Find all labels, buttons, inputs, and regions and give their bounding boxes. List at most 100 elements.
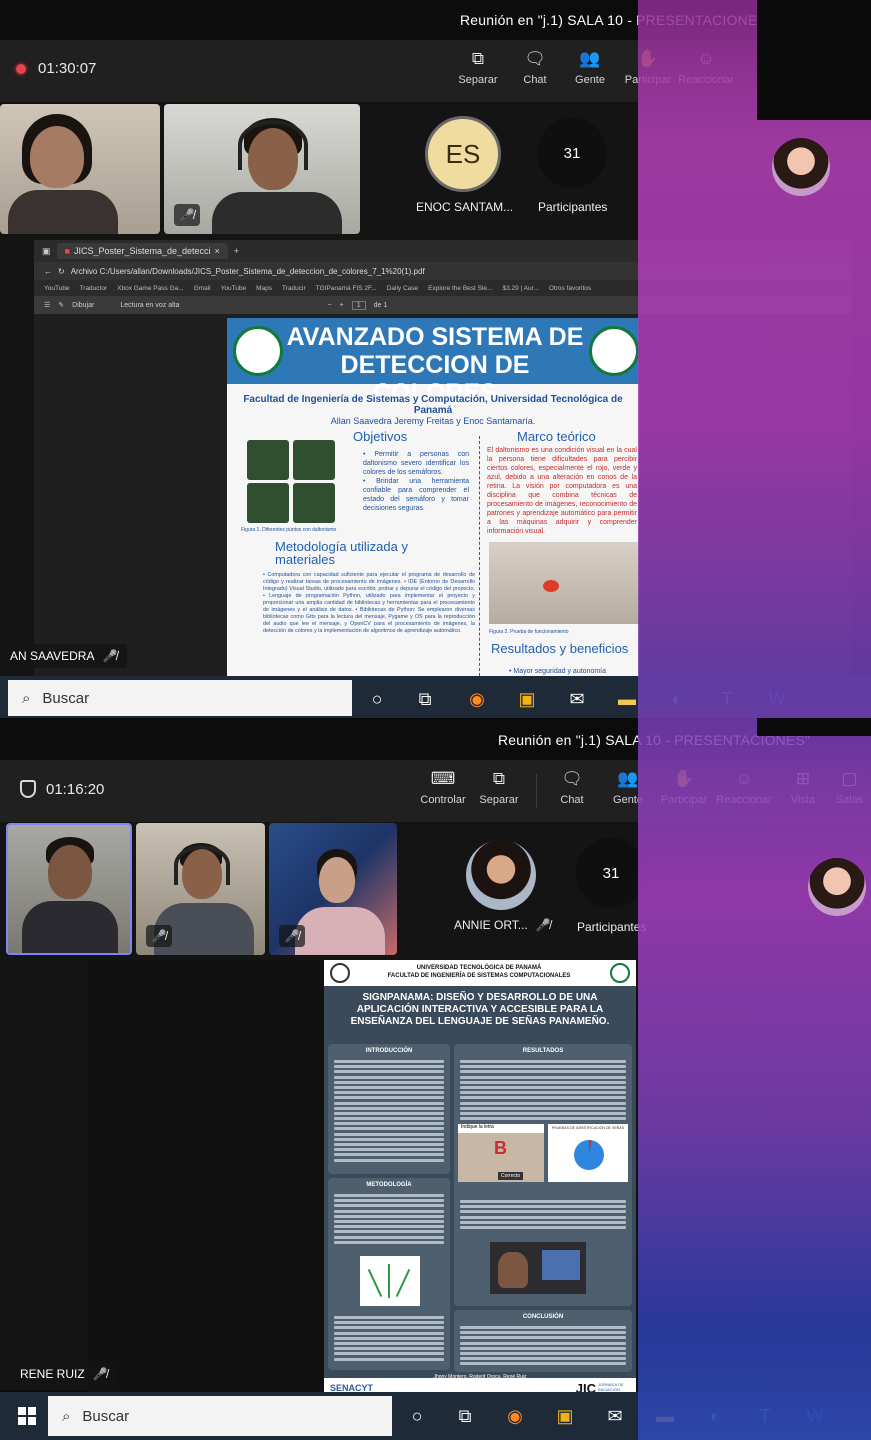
presenter-name: AN SAAVEDRA: [10, 649, 95, 663]
top-share-label: Separar: [458, 74, 498, 86]
fisc-logo: [589, 326, 639, 376]
bookmark-item[interactable]: Otros favoritos: [549, 285, 591, 292]
reload-icon[interactable]: ↻: [58, 267, 65, 276]
method-text: • Computadora con capacidad suficiente p…: [263, 572, 475, 634]
cortana-icon[interactable]: ○: [404, 1403, 430, 1429]
top-people-button[interactable]: 👥 Gente: [560, 48, 620, 98]
participant-video-tile[interactable]: [0, 104, 160, 234]
bottom-control-button[interactable]: ⌨ Controlar: [413, 768, 473, 818]
participant-video-tile[interactable]: 🎤̸: [269, 823, 397, 955]
sign-test-photo: Indique la letra B Correcto: [458, 1124, 544, 1182]
poster-document: AVANZADO SISTEMA DE DETECCION DE COLORES…: [227, 318, 639, 678]
zoom-in-icon[interactable]: +: [340, 302, 344, 309]
top-timer-text: 01:30:07: [38, 60, 97, 77]
mic-off-icon: 🎤̸: [535, 918, 551, 932]
taskbar-search[interactable]: ⌕ Buscar: [48, 1396, 392, 1436]
address-bar[interactable]: ← ↻ Archivo C:/Users/allan/Downloads/JIC…: [34, 262, 852, 280]
bottom-share-label: Separar: [479, 794, 519, 806]
bottom-share-button[interactable]: ⧉ Separar: [469, 768, 529, 818]
avatar-name: ENOC SANTAM...: [416, 200, 514, 214]
bookmark-item[interactable]: Explore the Best Sle...: [428, 285, 492, 292]
bookmark-item[interactable]: YouTube: [44, 285, 70, 292]
share-icon: ⧉: [471, 49, 485, 68]
word-icon[interactable]: W: [802, 1403, 828, 1429]
avatar-initials: ES: [445, 138, 481, 169]
bottom-react-button[interactable]: ☺ Reaccionar: [714, 768, 774, 818]
results-section: RESULTADOS Indique la letra B Correcto P…: [454, 1044, 632, 1306]
top-share-button[interactable]: ⧉ Separar: [448, 48, 508, 98]
bookmark-item[interactable]: Traducir: [282, 285, 306, 292]
bookmark-item[interactable]: Xbox Game Pass Ga...: [117, 285, 183, 292]
participant-count-badge[interactable]: 31: [576, 838, 646, 908]
poster-header: AVANZADO SISTEMA DE DETECCION DE COLORES: [227, 318, 639, 407]
bottom-rooms-button[interactable]: ▢ Salas: [828, 768, 871, 818]
task-view-icon[interactable]: ⧉: [452, 1403, 478, 1429]
participant-count-badge[interactable]: 31: [537, 118, 607, 188]
explorer-icon[interactable]: ▬: [614, 686, 640, 712]
new-tab-icon[interactable]: +: [234, 246, 239, 256]
edge-icon[interactable]: ◐: [702, 1403, 728, 1429]
task-view-icon[interactable]: ⧉: [412, 686, 438, 712]
read-aloud-label[interactable]: Lectura en voz alta: [120, 302, 179, 309]
bottom-people-button[interactable]: 👥 Gente: [598, 768, 658, 818]
teams-icon[interactable]: T: [714, 686, 740, 712]
bookmark-item[interactable]: YouTube: [221, 285, 247, 292]
bottom-raise-hand-button[interactable]: ✋ Participar: [654, 768, 714, 818]
top-chat-button[interactable]: 🗨 Chat: [505, 48, 565, 98]
traffic-light-image: [293, 483, 335, 523]
top-react-button[interactable]: ☺ Reaccionar: [676, 48, 736, 98]
mic-off-icon: 🎤̸: [146, 925, 172, 947]
bookmark-item[interactable]: Traductor: [80, 285, 108, 292]
explorer-icon[interactable]: ▬: [652, 1403, 678, 1429]
browser-tab-bar: ▣ ■ JICS_Poster_Sistema_de_detecci × +: [34, 240, 852, 262]
word-icon[interactable]: W: [764, 686, 790, 712]
mail-icon[interactable]: ✉: [564, 686, 590, 712]
mail-icon[interactable]: ✉: [602, 1403, 628, 1429]
page-of: de 1: [373, 301, 388, 309]
close-icon[interactable]: ×: [215, 246, 220, 256]
zoom-out-icon[interactable]: −: [328, 302, 332, 309]
edge-icon[interactable]: ◐: [664, 686, 690, 712]
raise-hand-icon: ✋: [637, 49, 659, 68]
hand-diagram: [360, 1256, 420, 1306]
taskbar-search[interactable]: ⌕ Buscar: [8, 680, 352, 716]
store-icon[interactable]: ▣: [552, 1403, 578, 1429]
top-meeting-title: Reunión en "j.1) SALA 10 - PRESENTACIONE…: [460, 12, 773, 28]
store-icon[interactable]: ▣: [514, 686, 540, 712]
avatar[interactable]: [466, 840, 536, 910]
bottom-chat-button[interactable]: 🗨 Chat: [542, 768, 602, 818]
intro-title: INTRODUCCIÓN: [365, 1048, 413, 1054]
top-react-label: Reaccionar: [678, 74, 734, 86]
top-raise-hand-button[interactable]: ✋ Participar: [618, 48, 678, 98]
browser-tab[interactable]: ■ JICS_Poster_Sistema_de_detecci ×: [56, 243, 228, 259]
draw-icon[interactable]: ✎: [58, 301, 64, 309]
avatar[interactable]: ES: [425, 116, 501, 192]
participant-video-tile[interactable]: [6, 823, 132, 955]
bookmark-item[interactable]: Daily Case: [387, 285, 418, 292]
teams-icon[interactable]: T: [752, 1403, 778, 1429]
bookmark-item[interactable]: TGIPanamá FIS 2F...: [316, 285, 377, 292]
bottom-view-button[interactable]: ⊞ Vista: [773, 768, 833, 818]
page-number[interactable]: 1: [351, 300, 366, 310]
bookmark-item[interactable]: $3.29 | Aur...: [502, 285, 538, 292]
back-icon[interactable]: ←: [44, 267, 52, 276]
pie-chart-figure: PRUEBAS DE IDENTIFICACIÓN DE SEÑAS: [548, 1124, 628, 1182]
bookmark-item[interactable]: Maps: [256, 285, 272, 292]
bookmark-item[interactable]: Gmail: [194, 285, 211, 292]
top-title-bar: Reunión en "j.1) SALA 10 - PRESENTACIONE…: [0, 0, 871, 42]
mic-off-icon: 🎤̸: [92, 1367, 108, 1381]
people-icon: 👥: [579, 49, 601, 68]
firefox-icon[interactable]: ◉: [502, 1403, 528, 1429]
list-icon[interactable]: ☰: [44, 301, 50, 309]
presenter-name: RENE RUIZ: [20, 1367, 85, 1381]
firefox-icon[interactable]: ◉: [464, 686, 490, 712]
windows-icon[interactable]: [14, 1403, 40, 1429]
cortana-icon[interactable]: ○: [364, 686, 390, 712]
participant-video-tile[interactable]: 🎤̸: [136, 823, 265, 955]
screenshot-root: Reunión en "j.1) SALA 10 - PRESENTACIONE…: [0, 0, 871, 1440]
window-icon: ▣: [42, 245, 51, 256]
poster-title: SIGNPANAMA: DISEÑO Y DESARROLLO DE UNA A…: [350, 992, 610, 1027]
pdf-icon: ■: [64, 246, 70, 256]
draw-label[interactable]: Dibujar: [72, 302, 94, 309]
participant-video-tile[interactable]: 🎤̸: [164, 104, 360, 234]
